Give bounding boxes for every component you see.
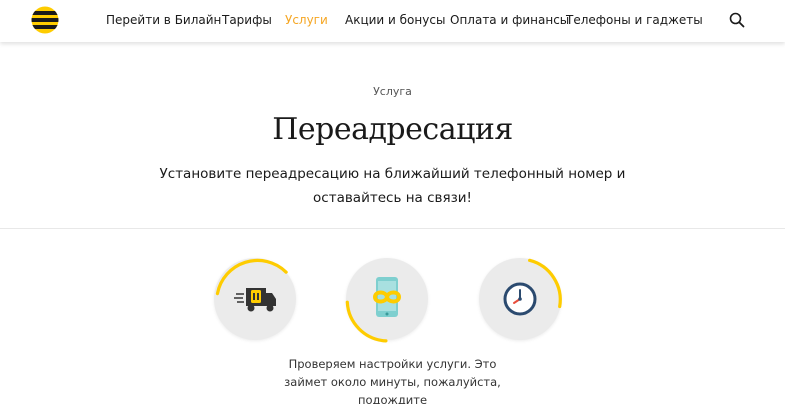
status-message: Проверяем настройки услуги. Это займет о…: [284, 357, 501, 404]
phone-infinity-icon: [372, 277, 402, 317]
step-delivery: [214, 258, 296, 340]
hero-section: Услуга Переадресация Установите переадре…: [0, 42, 785, 228]
search-icon[interactable]: [728, 11, 746, 29]
nav-item-phones[interactable]: Телефоны и гаджеты: [566, 13, 703, 27]
top-header: Перейти в Билайн Тарифы Услуги Акции и б…: [0, 0, 785, 42]
delivery-truck-sim-icon: [234, 288, 276, 312]
service-label: Услуга: [373, 85, 412, 98]
nav-item-services[interactable]: Услуги: [285, 13, 328, 27]
clock-icon: [503, 282, 537, 316]
nav-item-go-to-beeline[interactable]: Перейти в Билайн: [106, 13, 221, 27]
main-nav: Перейти в Билайн Тарифы Услуги Акции и б…: [0, 0, 785, 42]
step-clock: [479, 258, 562, 340]
step-phone: [345, 258, 428, 343]
page-subtitle: Установите переадресацию на ближайший те…: [159, 166, 626, 206]
nav-item-payment[interactable]: Оплата и финансы: [450, 13, 569, 27]
nav-item-tariffs[interactable]: Тарифы: [222, 13, 272, 27]
page-title: Переадресация: [272, 112, 513, 147]
nav-item-promotions[interactable]: Акции и бонусы: [345, 13, 445, 27]
